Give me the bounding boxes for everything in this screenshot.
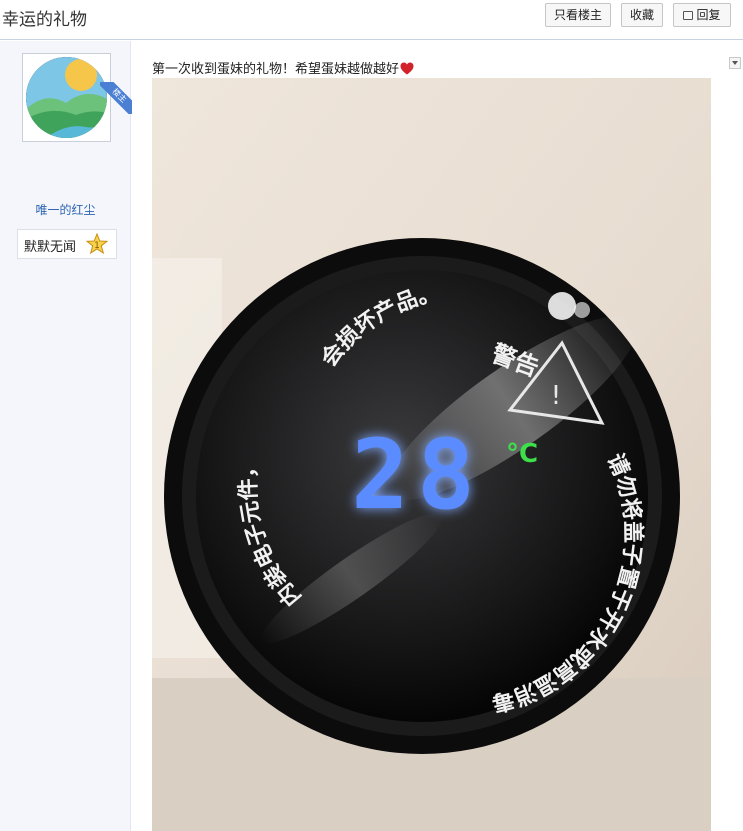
level-number: 1 xyxy=(94,241,100,251)
svg-text:!: ! xyxy=(551,381,561,411)
display-unit: °C xyxy=(506,439,538,469)
avatar[interactable] xyxy=(22,53,111,142)
favorite-button[interactable]: 收藏 xyxy=(621,3,663,27)
level-title: 默默无闻 xyxy=(24,240,77,255)
post-text-content: 第一次收到蛋妹的礼物！希望蛋妹越做越好 xyxy=(152,62,400,77)
thread-header: 幸运的礼物 只看楼主 收藏 回复 xyxy=(0,0,743,40)
reply-button[interactable]: 回复 xyxy=(673,3,731,27)
user-sidebar: 楼主 唯一的红尘 默默无闻 1 xyxy=(0,41,132,831)
username-link[interactable]: 唯一的红尘 xyxy=(0,201,131,218)
thread-title: 幸运的礼物 xyxy=(2,10,87,30)
avatar-image xyxy=(26,57,107,138)
only-op-button[interactable]: 只看楼主 xyxy=(545,3,611,27)
op-badge: 楼主 xyxy=(100,82,132,114)
post-text: 第一次收到蛋妹的礼物！希望蛋妹越做越好 xyxy=(152,58,414,77)
user-level: 默默无闻 1 xyxy=(17,229,117,259)
post-photo[interactable]: ! 会损坏产品。 内装电子元件， 请勿将盖子置于开水或高温消毒 警告 28 °C xyxy=(152,78,711,831)
display-temperature: 28 xyxy=(351,419,483,531)
reply-button-label: 回复 xyxy=(696,8,721,22)
reply-icon xyxy=(683,11,694,20)
heart-icon xyxy=(400,62,414,75)
post-menu-dropdown[interactable] xyxy=(729,57,741,69)
level-star-icon: 1 xyxy=(85,232,109,255)
